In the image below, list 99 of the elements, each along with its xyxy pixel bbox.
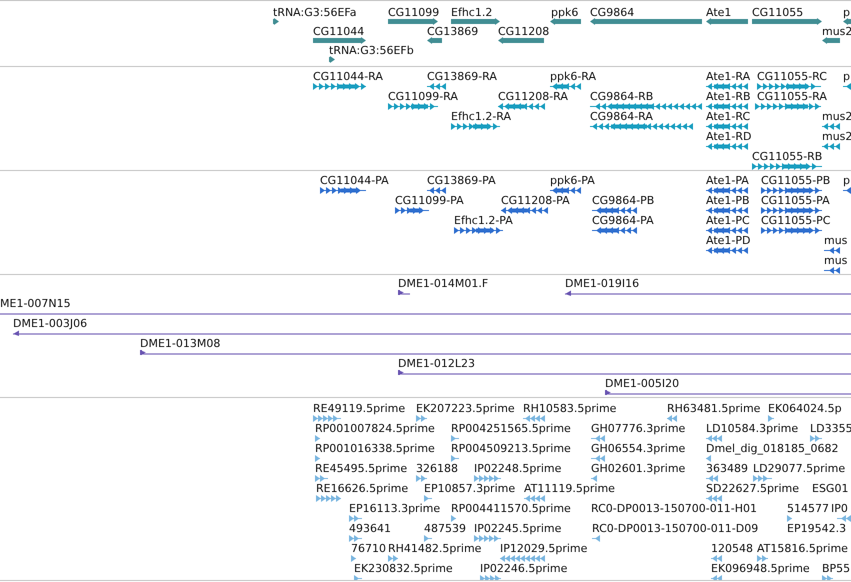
feature-label: RH63481.5prime [667,402,760,415]
feature-label: p [843,6,850,19]
feature-label: DME1-014M01.F [398,277,488,290]
feature-label: CG9864-RA [590,110,653,123]
feature-label: tRNA:G3:56EFa [273,6,356,19]
feature-label: EP10857.3prime [424,482,516,495]
feature-label: mus2 [822,25,851,38]
feature-label: Ate1-RA [706,70,750,83]
feature-label: 120548 [711,542,753,555]
feature-label: IP12029.5prime [500,542,588,555]
feature-label: RP001007824.5prime [315,422,435,435]
feature-label: DME1-005I20 [605,377,680,390]
feature-label: Efhc1.2-PA [454,214,513,227]
feature-label: DME1-012L23 [398,357,475,370]
feature-label: AT11119.5prime [524,482,615,495]
feature-label: CG11055-RA [757,90,827,103]
feature-label: ppk6 [551,6,578,19]
feature-label: EK207223.5prime [416,402,515,415]
feature-label: CG13869-PA [427,174,496,187]
feature-label: RP004509213.5prime [451,442,571,455]
feature-label: CG11055-PB [761,174,830,187]
feature-label: p [843,70,850,83]
feature-label: mus2 [822,110,851,123]
feature-label: CG11208-RA [498,90,568,103]
feature-label: BP55 [822,562,850,575]
feature-label: RE45495.5prime [315,462,408,475]
feature-label: EK096948.5prime [711,562,810,575]
feature-label: IP0 [831,502,848,515]
feature-label: GH07776.3prime [591,422,686,435]
feature-label: Ate1-PC [706,214,750,227]
feature-label: RP004411570.5prime [451,502,571,515]
feature-label: CG11208-PA [501,194,570,207]
feature-label: RC0-DP0013-150700-011-H01 [591,502,758,515]
feature-label: LD10584.3prime [706,422,798,435]
feature-label: RH10583.5prime [523,402,616,415]
feature-label: Ate1-RD [706,130,752,143]
feature-label: CG9864-PA [592,214,654,227]
feature-label: CG11208 [498,25,550,38]
feature-label: ppk6-PA [550,174,595,187]
feature-label: EP16113.3prime [349,502,440,515]
feature-label: 326188 [416,462,458,475]
feature-label: IP02246.5prime [480,562,568,575]
feature-label: CG11099 [388,6,440,19]
feature-label: CG11055-RB [752,150,822,163]
feature-label: IP02245.5prime [474,522,562,535]
feature-label: Ate1-PD [706,234,750,247]
feature-label: GH02601.3prime [591,462,686,475]
feature-label: mus2 [822,130,851,143]
feature-label: RE16626.5prime [316,482,408,495]
feature-label: Efhc1.2-RA [451,110,512,123]
feature-label: CG11044-RA [313,70,383,83]
feature-label: Ate1-RC [706,110,750,123]
feature-label: LD29077.5prime [753,462,846,475]
feature-label: CG11099-PA [395,194,464,207]
feature-label: CG11099-RA [388,90,458,103]
feature-label: tRNA:G3:56EFb [329,44,414,57]
feature-label: Ate1-PA [706,174,749,187]
feature-label: RE49119.5prime [313,402,406,415]
feature-label: Dmel_dig_018185_0682 [706,442,839,455]
feature-label: RH41482.5prime [388,542,482,555]
feature-label: CG13869-RA [427,70,497,83]
feature-label: CG11055 [752,6,804,19]
feature-label: Ate1-PB [706,194,750,207]
feature-label: mus [824,234,848,247]
feature-label: 514577 [787,502,829,515]
feature-label: CG13869 [427,25,478,38]
feature-label: RP001016338.5prime [315,442,435,455]
feature-label: 493641 [349,522,391,535]
feature-label: p [843,174,850,187]
feature-label: RC0-DP0013-150700-011-D09 [592,522,758,535]
feature-label: GH06554.3prime [591,442,686,455]
feature-label: CG11055-PC [761,214,830,227]
feature-label: Ate1 [706,6,732,19]
feature-label: CG11044 [313,25,364,38]
feature-label: EK064024.5p [768,402,842,415]
feature-label: SD22627.5prime [706,482,799,495]
feature-label: DME1-003J06 [13,317,88,330]
feature-label: EP19542.3 [787,522,846,535]
feature-label: EK230832.5prime [354,562,453,575]
feature-label: CG9864-PB [592,194,654,207]
feature-label: mus [824,254,848,267]
feature-label: 363489 [706,462,748,475]
feature-label: DME1-019I16 [565,277,640,290]
feature-label: DME1-013M08 [140,337,220,350]
feature-label: Ate1-RB [706,90,751,103]
feature-label: ESG01 [812,482,848,495]
feature-label: AT15816.5prime [757,542,848,555]
feature-label: IP02248.5prime [474,462,562,475]
feature-label: 76710 [351,542,386,555]
feature-label: RP004251565.5prime [451,422,571,435]
feature-label: CG9864 [590,6,634,19]
feature-label: ppk6-RA [550,70,596,83]
feature-label: CG9864-RB [590,90,654,103]
feature-label: CG11055-RC [757,70,827,83]
feature-label: ME1-007N15 [0,297,71,310]
feature-label: Efhc1.2 [451,6,492,19]
feature-label: 487539 [424,522,466,535]
feature-label: CG11055-PA [761,194,830,207]
feature-label: CG11044-PA [320,174,389,187]
